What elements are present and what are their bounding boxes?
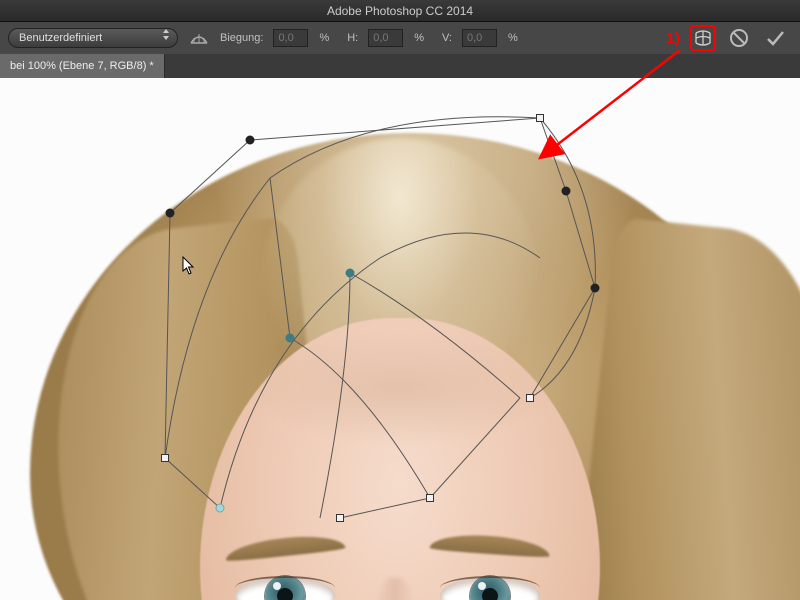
commit-transform-button[interactable] [762, 25, 788, 51]
warp-anchor[interactable] [161, 454, 169, 462]
options-bar-right-actions: 1) [667, 25, 792, 51]
vertical-distort-label: V: [442, 32, 452, 44]
warp-preset-dropdown[interactable]: Benutzerdefiniert [8, 28, 178, 48]
bend-label: Biegung: [220, 32, 263, 44]
canvas-image [0, 78, 800, 600]
cursor-icon [182, 256, 196, 276]
warp-anchor[interactable] [526, 394, 534, 402]
warp-anchor[interactable] [336, 514, 344, 522]
horizontal-distort-input[interactable]: 0,0 [368, 29, 403, 47]
app-title: Adobe Photoshop CC 2014 [327, 4, 473, 18]
document-tab-label: bei 100% (Ebene 7, RGB/8) * [10, 60, 154, 72]
warp-handle[interactable] [166, 209, 175, 218]
warp-anchor[interactable] [536, 114, 544, 122]
subject-left-eye [235, 578, 335, 600]
warp-anchor[interactable] [426, 494, 434, 502]
warp-orientation-icon[interactable] [188, 27, 210, 49]
warp-handle[interactable] [216, 504, 225, 513]
horizontal-distort-unit: % [414, 32, 424, 44]
options-bar: Benutzerdefiniert Biegung: 0,0 % H: 0,0 … [0, 22, 800, 54]
subject-right-eye [440, 578, 540, 600]
vertical-distort-input[interactable]: 0,0 [462, 29, 497, 47]
annotation-step-number: 1) [667, 30, 680, 47]
horizontal-distort-label: H: [347, 32, 358, 44]
toggle-warp-mode-button[interactable] [690, 25, 716, 51]
warp-handle[interactable] [346, 269, 355, 278]
app-title-bar: Adobe Photoshop CC 2014 [0, 0, 800, 22]
warp-preset-value: Benutzerdefiniert [19, 32, 102, 44]
warp-handle[interactable] [246, 136, 255, 145]
document-tab[interactable]: bei 100% (Ebene 7, RGB/8) * [0, 54, 165, 78]
document-tab-bar: bei 100% (Ebene 7, RGB/8) * [0, 54, 800, 78]
cancel-transform-button[interactable] [726, 25, 752, 51]
bend-input[interactable]: 0,0 [273, 29, 308, 47]
bend-unit: % [319, 32, 329, 44]
vertical-distort-unit: % [508, 32, 518, 44]
warp-handle[interactable] [562, 187, 571, 196]
warp-handle[interactable] [286, 334, 295, 343]
document-canvas[interactable] [0, 78, 800, 600]
warp-handle[interactable] [591, 284, 600, 293]
